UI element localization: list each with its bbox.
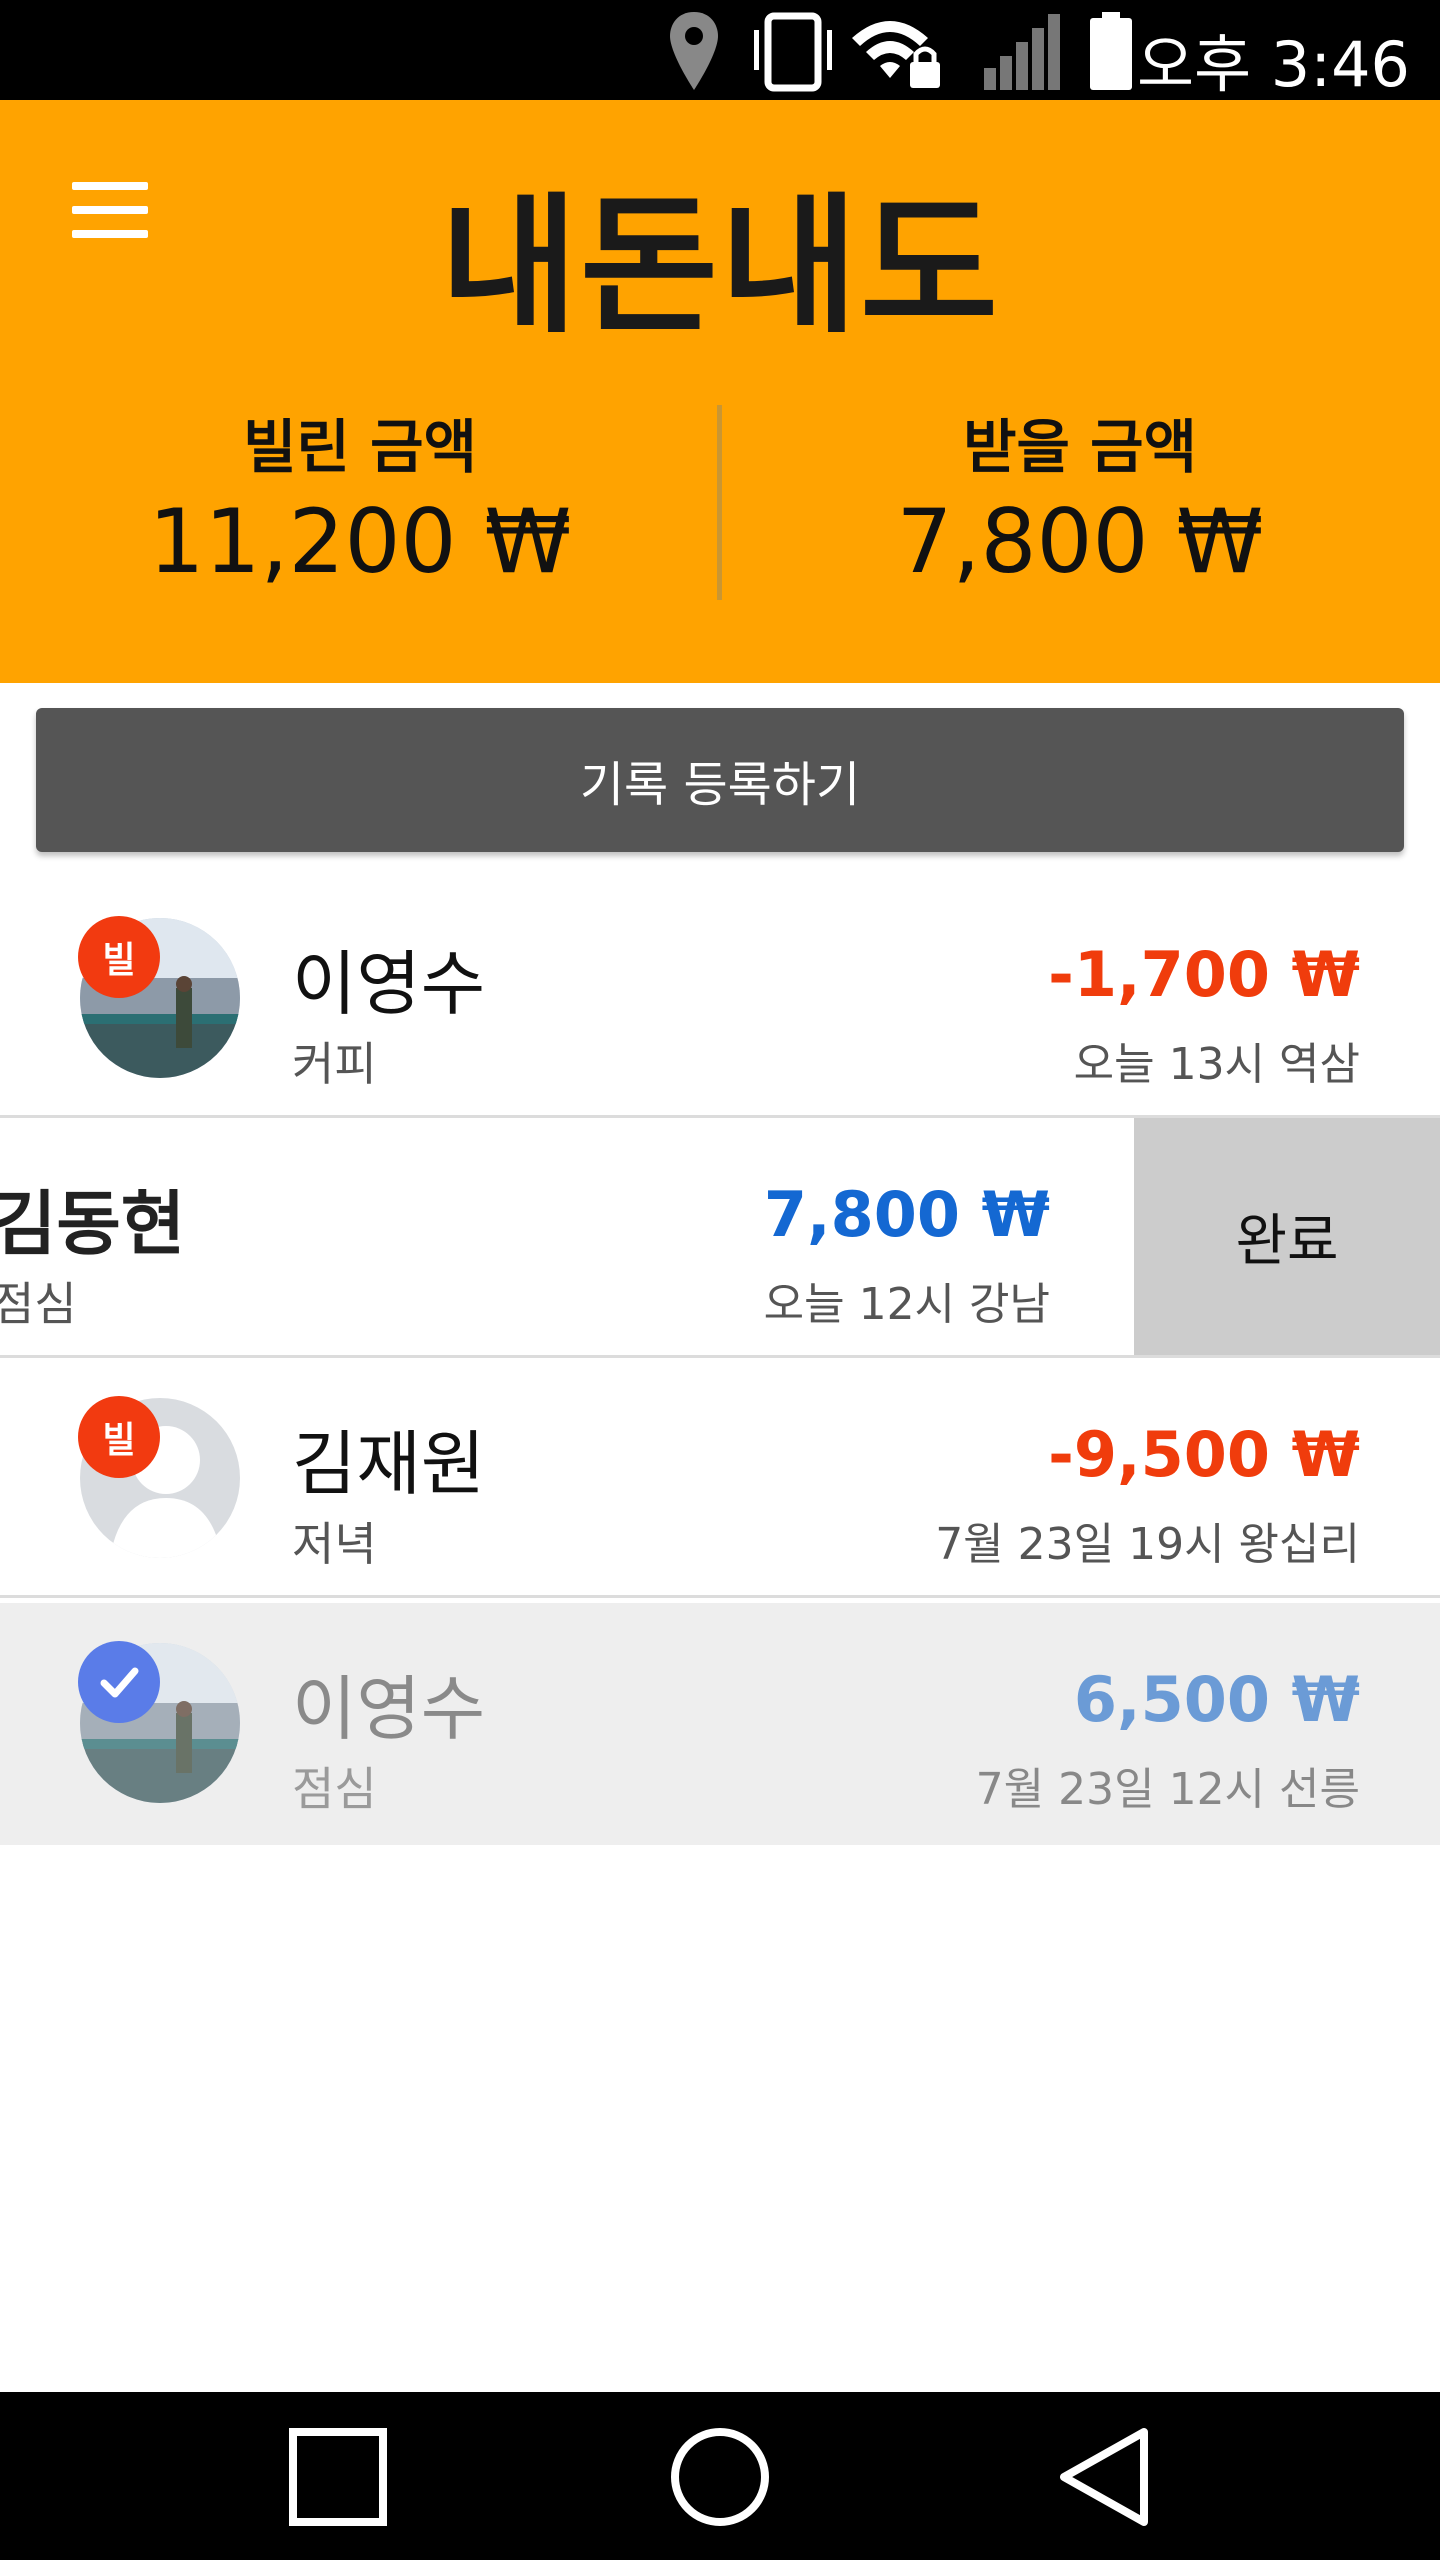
back-icon[interactable] <box>1044 2422 1164 2532</box>
record-name: 김동현 <box>0 1183 186 1265</box>
record-time-place: 7월 23일 19시 왕십리 <box>935 1519 1360 1570</box>
record-row-completed[interactable]: 이영수 점심 6,500 ₩ 7월 23일 12시 선릉 <box>0 1603 1440 1845</box>
record-amount: 7,800 ₩ <box>763 1178 1050 1251</box>
borrowed-summary: 빌린 금액 11,200 ₩ <box>0 400 720 593</box>
record-amount: 6,500 ₩ <box>1073 1663 1360 1736</box>
location-icon <box>670 12 718 90</box>
record-name: 이영수 <box>292 943 486 1025</box>
record-memo: 저녁 <box>292 1517 377 1571</box>
borrowed-badge: 빌 <box>78 1396 160 1478</box>
signal-icon <box>984 14 1060 90</box>
record-name: 김재원 <box>292 1423 486 1505</box>
record-time-place: 오늘 12시 강남 <box>763 1279 1050 1330</box>
record-time-place: 오늘 13시 역삼 <box>1073 1039 1360 1090</box>
navigation-bar <box>0 2392 1440 2560</box>
record-amount: -1,700 ₩ <box>1048 938 1360 1011</box>
record-memo: 점심 <box>292 1762 377 1816</box>
app-header: 내돈내도 빌린 금액 11,200 ₩ 받을 금액 7,800 ₩ <box>0 100 1440 683</box>
app-title: 내돈내도 <box>439 180 1000 354</box>
complete-button[interactable]: 완료 <box>1134 1118 1440 1355</box>
recents-icon[interactable] <box>278 2422 398 2532</box>
wifi-lock-icon <box>852 21 940 88</box>
register-record-button[interactable]: 기록 등록하기 <box>36 708 1404 852</box>
vibrate-icon <box>754 12 832 92</box>
clock: 오후 3:46 <box>1136 28 1410 101</box>
receivable-label: 받을 금액 <box>963 413 1197 481</box>
check-icon <box>78 1641 160 1723</box>
status-bar: 오후 3:46 <box>0 0 1440 101</box>
borrowed-badge: 빌 <box>78 916 160 998</box>
record-time-place: 7월 23일 12시 선릉 <box>975 1764 1360 1815</box>
battery-icon <box>1090 12 1132 90</box>
receivable-value: 7,800 ₩ <box>896 490 1264 593</box>
record-name: 이영수 <box>292 1668 486 1750</box>
record-memo: 커피 <box>292 1037 377 1091</box>
record-row[interactable]: 빌 이영수 커피 -1,700 ₩ 오늘 13시 역삼 <box>0 878 1440 1118</box>
receivable-summary: 받을 금액 7,800 ₩ <box>720 400 1440 593</box>
record-memo: 점심 <box>0 1277 77 1331</box>
borrowed-label: 빌린 금액 <box>243 413 477 481</box>
record-row[interactable]: 빌 김재원 저녁 -9,500 ₩ 7월 23일 19시 왕십리 <box>0 1358 1440 1598</box>
borrowed-value: 11,200 ₩ <box>148 490 572 593</box>
record-amount: -9,500 ₩ <box>1048 1418 1360 1491</box>
record-row[interactable]: 김동현 점심 7,800 ₩ 오늘 12시 강남 완료 <box>0 1118 1440 1358</box>
home-icon[interactable] <box>660 2422 780 2532</box>
